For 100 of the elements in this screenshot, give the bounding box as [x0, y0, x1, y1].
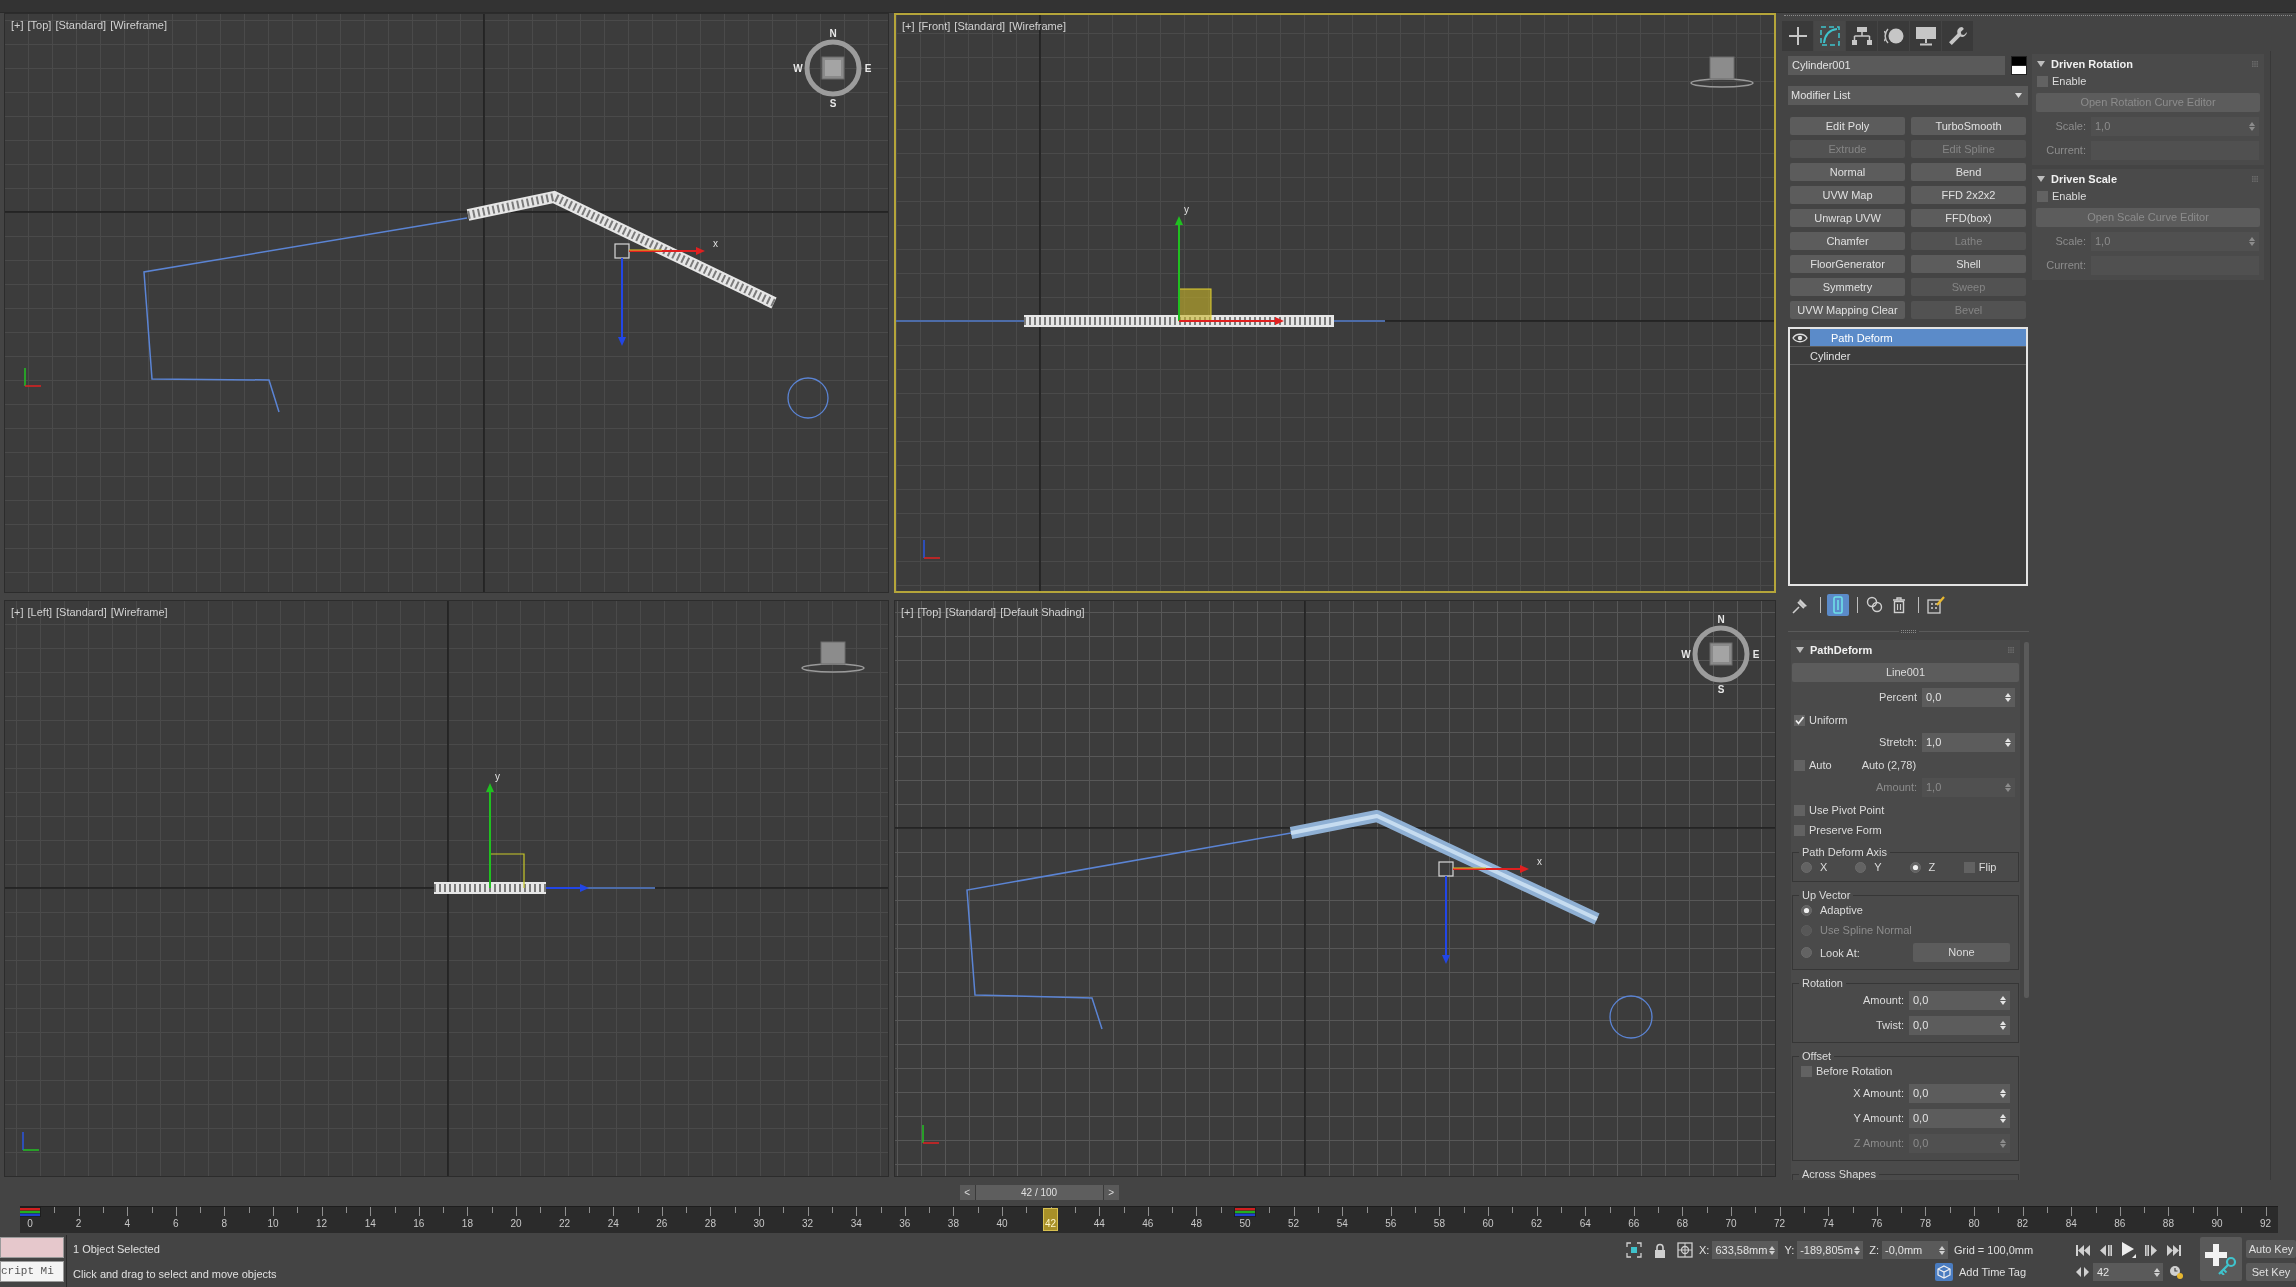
checkbox-label[interactable]: Enable: [2052, 74, 2087, 88]
target-icon[interactable]: [1677, 1242, 1693, 1258]
radio-button[interactable]: [1801, 861, 1812, 873]
radio-button[interactable]: [1909, 861, 1921, 873]
viewcube-icon[interactable]: [1690, 56, 1754, 88]
spinner-arrows-icon[interactable]: [2000, 1089, 2006, 1098]
add-time-tag-label[interactable]: Add Time Tag: [1959, 1263, 2027, 1281]
viewport-menu[interactable]: [+]: [11, 605, 24, 619]
modifier-button[interactable]: Edit Poly: [1790, 117, 1905, 135]
collapse-triangle-icon[interactable]: [2037, 60, 2045, 68]
grip-dots-icon[interactable]: [1900, 629, 1917, 633]
modifier-button[interactable]: TurboSmooth: [1911, 117, 2026, 135]
checkbox-label[interactable]: Flip: [1978, 860, 1997, 874]
spinner-arrows-icon[interactable]: [2000, 996, 2006, 1005]
viewport-menu[interactable]: [Standard]: [55, 18, 107, 32]
checkbox[interactable]: [2037, 75, 2048, 87]
stack-tool-button[interactable]: [1925, 594, 1947, 616]
coordinate-field[interactable]: 633,58mm: [1712, 1241, 1779, 1259]
spinner-arrows-icon[interactable]: [2005, 738, 2011, 747]
spinner-arrows-icon[interactable]: [1854, 1245, 1861, 1255]
spinner-arrows-icon[interactable]: [1939, 1245, 1945, 1255]
viewcube-icon[interactable]: [1692, 625, 1750, 683]
rollout-title[interactable]: Driven Scale: [2051, 170, 2118, 188]
modifier-button[interactable]: FFD 2x2x2: [1911, 186, 2026, 204]
eye-icon[interactable]: [1792, 333, 1808, 343]
rollout-title[interactable]: PathDeform: [1810, 641, 1873, 659]
coordinate-field[interactable]: -189,805m: [1797, 1241, 1864, 1259]
command-tab[interactable]: [1782, 21, 1813, 51]
timeline-ruler[interactable]: 0 2 4 6 8 10 12 14 16 18 20 22 24 26 28 30 32 34 36 38 40 42 44 46 48 50 52 54 56 58 60 62 64 66 68 70 72 74 76 78 80 82 84 86 88 90 92: [20, 1206, 2278, 1233]
modifier-button[interactable]: Bend: [1911, 163, 2026, 181]
checkbox[interactable]: [1794, 804, 1805, 816]
object-name-field[interactable]: Cylinder001: [1788, 56, 2005, 75]
cube-icon[interactable]: [1935, 1263, 1953, 1281]
spinner-field[interactable]: 0,0: [1922, 688, 2015, 707]
modifier-stack-list[interactable]: Path Deform Cylinder: [1788, 327, 2028, 586]
frame-field[interactable]: 42: [2093, 1263, 2163, 1281]
radio-button[interactable]: [1801, 904, 1812, 916]
radio-label[interactable]: Y: [1874, 860, 1882, 874]
listener-output-field[interactable]: cript Mi: [0, 1261, 64, 1282]
checkbox[interactable]: [1794, 714, 1805, 726]
modifier-button[interactable]: UVW Map: [1790, 186, 1905, 204]
move-gizmo[interactable]: [1175, 216, 1284, 325]
viewport-menu[interactable]: [Wireframe]: [110, 605, 168, 619]
spinner-field[interactable]: 1,0: [1922, 733, 2015, 752]
radio-label[interactable]: Z: [1928, 860, 1936, 874]
viewport-menu[interactable]: [+]: [11, 18, 24, 32]
spinner-arrows-icon[interactable]: [1769, 1245, 1776, 1255]
auto-key-button[interactable]: Auto Key: [2246, 1240, 2296, 1258]
viewport[interactable]: y [+] [Left] [Standard] [Wireframe]: [4, 600, 889, 1177]
spinner-field[interactable]: 0,0: [1909, 1109, 2010, 1128]
checkbox-label[interactable]: Preserve Form: [1809, 823, 1882, 837]
viewport[interactable]: y [+] [Front] [Standard] [Wireframe]: [894, 13, 1776, 593]
checkbox[interactable]: [2037, 190, 2048, 202]
previous-frame-icon[interactable]: [2099, 1244, 2112, 1256]
modifier-stack-item[interactable]: Path Deform: [1810, 329, 2026, 346]
command-tab[interactable]: [1878, 21, 1909, 51]
viewport-menu[interactable]: [Top]: [27, 18, 52, 32]
lock-icon[interactable]: [1654, 1242, 1666, 1258]
modifier-list-dropdown[interactable]: Modifier List: [1788, 86, 2028, 105]
command-tab[interactable]: [1942, 21, 1973, 51]
modifier-button[interactable]: Shell: [1911, 255, 2026, 273]
move-gizmo[interactable]: [614, 243, 705, 346]
viewport[interactable]: x N E S W [+] [Top] [Standard] [Wireframe]: [4, 13, 889, 593]
key-marker-icon[interactable]: [20, 1207, 41, 1217]
spinner-field[interactable]: 0,0: [1909, 991, 2010, 1010]
modifier-stack-item[interactable]: Cylinder: [1790, 347, 2026, 364]
radio-label[interactable]: X: [1820, 860, 1828, 874]
viewport-menu[interactable]: [Wireframe]: [1009, 19, 1066, 33]
set-key-button[interactable]: Set Key: [2246, 1263, 2296, 1281]
collapse-triangle-icon[interactable]: [1796, 646, 1804, 654]
checkbox-label[interactable]: Enable: [2052, 189, 2087, 203]
color-swatch-icon[interactable]: [2011, 56, 2027, 75]
checkbox[interactable]: [1801, 1065, 1812, 1077]
modifier-button[interactable]: UVW Mapping Clear: [1790, 301, 1905, 319]
next-frame-button[interactable]: >: [1103, 1185, 1119, 1200]
radio-label[interactable]: Look At:: [1820, 945, 1860, 960]
checkbox-label[interactable]: Auto: [1809, 758, 1832, 772]
viewcube-icon[interactable]: [804, 39, 862, 97]
viewport-menu[interactable]: [Standard]: [954, 19, 1006, 33]
viewport-menu[interactable]: [+]: [902, 19, 915, 33]
spinner-arrows-icon[interactable]: [2000, 1114, 2006, 1123]
set-key-button[interactable]: [2200, 1237, 2242, 1281]
modifier-button[interactable]: Chamfer: [1790, 232, 1905, 250]
clock-gear-icon[interactable]: [2169, 1265, 2183, 1279]
spinner-field[interactable]: 0,0: [1909, 1016, 2010, 1035]
spinner-field[interactable]: 0,0: [1909, 1084, 2010, 1103]
move-gizmo[interactable]: [486, 783, 589, 892]
checkbox[interactable]: [1794, 824, 1805, 836]
viewport-menu[interactable]: [+]: [901, 605, 914, 619]
checkbox[interactable]: [1794, 759, 1805, 771]
checkbox-label[interactable]: Before Rotation: [1816, 1064, 1893, 1078]
modifier-button[interactable]: Normal: [1790, 163, 1905, 181]
modifier-button[interactable]: Unwrap UVW: [1790, 209, 1905, 227]
selection-frame-icon[interactable]: [1626, 1242, 1642, 1258]
viewport-menu[interactable]: [Front]: [918, 19, 951, 33]
viewport-menu[interactable]: [Left]: [27, 605, 52, 619]
collapse-triangle-icon[interactable]: [2037, 175, 2045, 183]
previous-frame-button[interactable]: <: [959, 1185, 975, 1200]
radio-label[interactable]: Adaptive: [1820, 903, 1863, 917]
key-marker-icon[interactable]: [1234, 1207, 1256, 1217]
